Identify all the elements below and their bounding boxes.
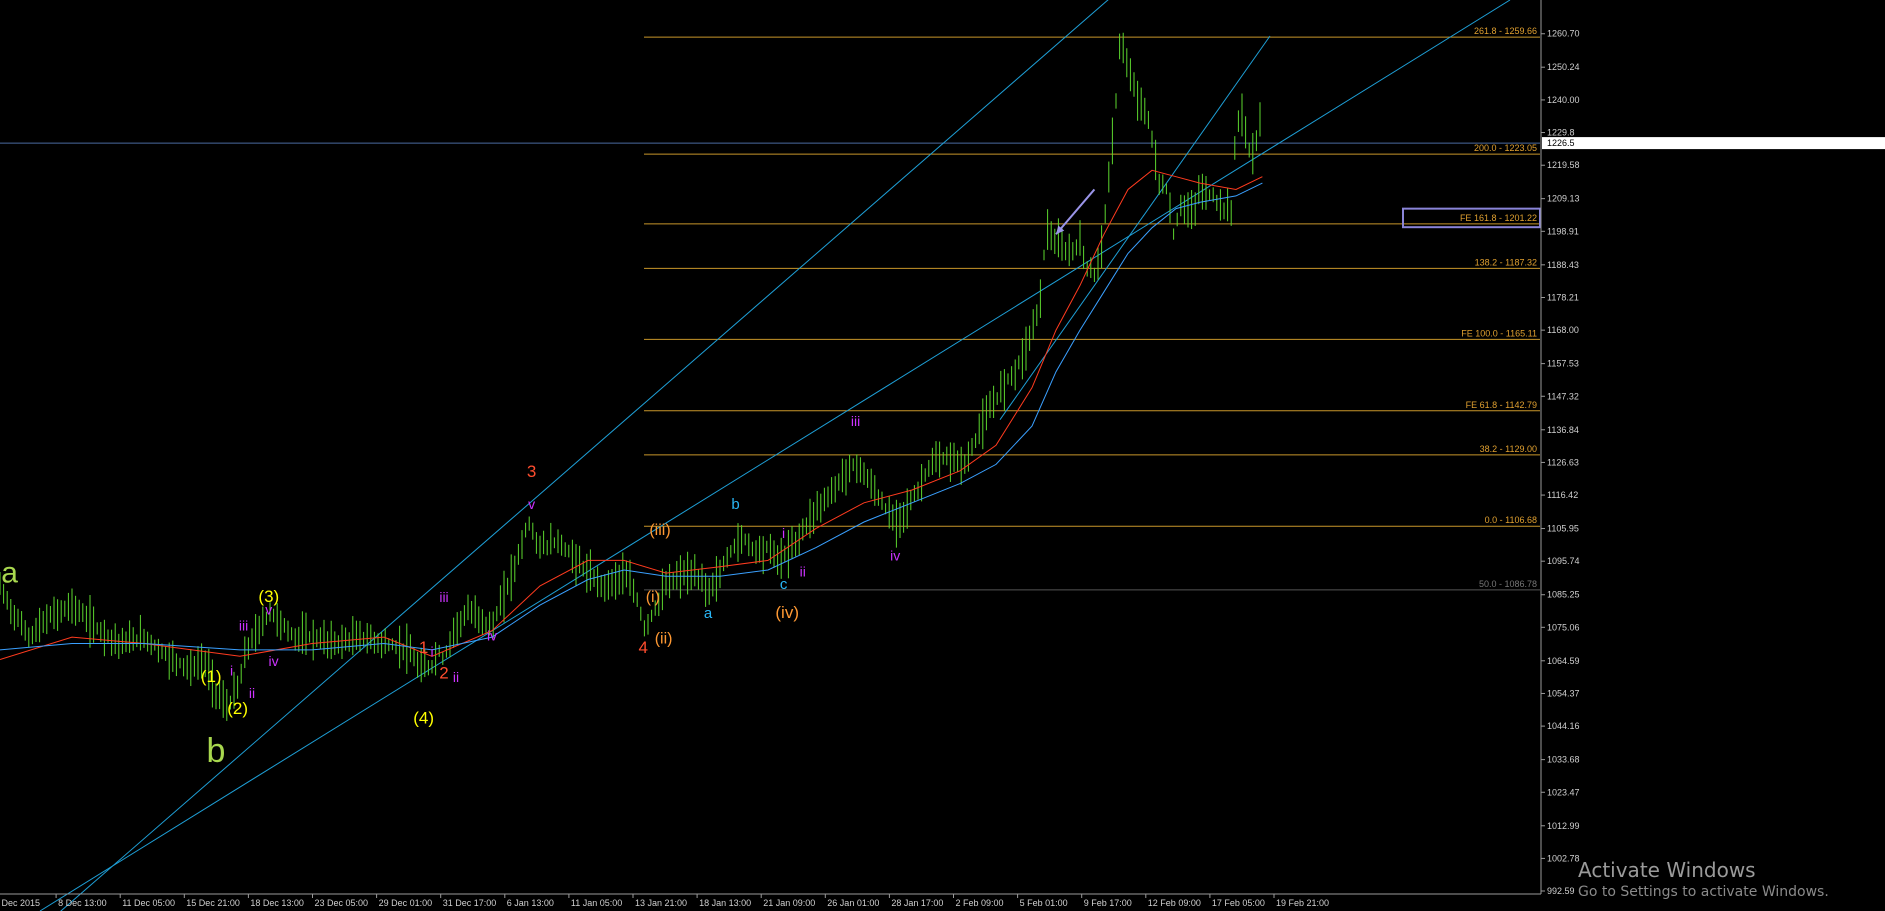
wave-label: 2 bbox=[439, 664, 448, 683]
wave-label: iii bbox=[439, 589, 448, 605]
wave-label: 4 bbox=[638, 638, 647, 657]
time-tick-label: 13 Jan 21:00 bbox=[635, 898, 687, 908]
fib-label: 200.0 - 1223.05 bbox=[1474, 143, 1537, 153]
price-tick-label: 1033.68 bbox=[1547, 755, 1580, 765]
time-tick-label: 8 Dec 13:00 bbox=[58, 898, 107, 908]
wave-label: a bbox=[1, 557, 18, 590]
wave-label: iv bbox=[269, 653, 279, 669]
price-tick-label: 1064.59 bbox=[1547, 656, 1580, 666]
windows-activation-watermark: Activate Windows Go to Settings to activ… bbox=[1578, 858, 1829, 900]
wave-label: 3 bbox=[527, 462, 536, 481]
price-tick-label: 1188.43 bbox=[1547, 260, 1579, 270]
fib-label: 261.8 - 1259.66 bbox=[1474, 26, 1537, 36]
time-tick-label: 31 Dec 17:00 bbox=[443, 898, 497, 908]
watermark-title: Activate Windows bbox=[1578, 858, 1756, 882]
fib-label: 0.0 - 1106.68 bbox=[1485, 515, 1537, 525]
wave-label: i bbox=[782, 525, 785, 541]
price-tick-label: 1116.42 bbox=[1547, 490, 1578, 500]
price-tick-label: 1219.58 bbox=[1547, 160, 1580, 170]
time-tick-label: 15 Dec 21:00 bbox=[186, 898, 240, 908]
wave-label: i bbox=[430, 643, 433, 659]
current-price-label: 1226.5 bbox=[1547, 138, 1575, 148]
time-tick-label: 4 Dec 2015 bbox=[0, 898, 40, 908]
time-tick-label: 18 Jan 13:00 bbox=[699, 898, 751, 908]
chart-background bbox=[0, 0, 1885, 911]
time-tick-label: 21 Jan 09:00 bbox=[763, 898, 815, 908]
fib-label: FE 100.0 - 1165.11 bbox=[1461, 328, 1537, 338]
fib-label: FE 61.8 - 1142.79 bbox=[1466, 400, 1537, 410]
price-tick-label: 1250.24 bbox=[1547, 62, 1580, 72]
price-tick-label: 1095.74 bbox=[1547, 556, 1580, 566]
time-tick-label: 11 Dec 05:00 bbox=[122, 898, 175, 908]
wave-label: (i) bbox=[646, 589, 660, 606]
wave-label: v bbox=[528, 496, 535, 512]
watermark-subtitle: Go to Settings to activate Windows. bbox=[1578, 884, 1829, 900]
time-tick-label: 17 Feb 05:00 bbox=[1212, 898, 1265, 908]
price-tick-label: 1105.95 bbox=[1547, 524, 1579, 534]
wave-label: c bbox=[780, 576, 788, 593]
current-price-badge bbox=[1542, 137, 1885, 150]
price-tick-label: 1240.00 bbox=[1547, 95, 1580, 105]
time-tick-label: 26 Jan 01:00 bbox=[827, 898, 879, 908]
wave-label: iv bbox=[890, 547, 900, 563]
time-tick-label: 11 Jan 05:00 bbox=[571, 898, 622, 908]
price-tick-label: 1085.25 bbox=[1547, 590, 1580, 600]
wave-label: (1) bbox=[201, 667, 222, 686]
time-tick-label: 29 Dec 01:00 bbox=[379, 898, 433, 908]
time-tick-label: 5 Feb 01:00 bbox=[1020, 898, 1068, 908]
wave-label: b bbox=[731, 496, 739, 513]
fib-label: 38.2 - 1129.00 bbox=[1480, 444, 1537, 454]
wave-label: i bbox=[230, 662, 233, 678]
wave-label: (iii) bbox=[649, 522, 670, 539]
time-tick-label: 18 Dec 13:00 bbox=[250, 898, 304, 908]
price-tick-label: 1075.06 bbox=[1547, 622, 1580, 632]
time-tick-label: 9 Feb 17:00 bbox=[1084, 898, 1132, 908]
time-tick-label: 12 Feb 09:00 bbox=[1148, 898, 1201, 908]
wave-label: b bbox=[207, 732, 226, 770]
price-tick-label: 1147.32 bbox=[1547, 391, 1579, 401]
wave-label: (iv) bbox=[775, 603, 799, 622]
time-tick-label: 23 Dec 05:00 bbox=[315, 898, 369, 908]
time-tick-label: 2 Feb 09:00 bbox=[956, 898, 1004, 908]
price-tick-label: 1157.53 bbox=[1547, 359, 1579, 369]
wave-label: ii bbox=[249, 685, 255, 701]
price-tick-label: 1168.00 bbox=[1547, 325, 1579, 335]
price-tick-label: 1012.99 bbox=[1547, 821, 1580, 831]
fib-label: 50.0 - 1086.78 bbox=[1479, 579, 1537, 589]
wave-label: 1 bbox=[419, 638, 428, 657]
price-tick-label: 1023.47 bbox=[1547, 787, 1580, 797]
wave-label: a bbox=[704, 605, 713, 622]
price-tick-label: 1260.70 bbox=[1547, 29, 1580, 39]
wave-label: (ii) bbox=[655, 630, 673, 647]
price-tick-label: 1178.21 bbox=[1547, 293, 1579, 303]
time-tick-label: 6 Jan 13:00 bbox=[507, 898, 554, 908]
wave-label: iv bbox=[487, 627, 497, 643]
wave-label: v bbox=[265, 602, 272, 618]
wave-label: iii bbox=[851, 413, 860, 429]
wave-label: iii bbox=[239, 618, 248, 634]
fib-label: 138.2 - 1187.32 bbox=[1475, 257, 1537, 267]
price-chart[interactable]: 261.8 - 1259.66 200.0 - 1223.05 FE 161.8 -… bbox=[0, 0, 1885, 911]
price-tick-label: 1198.91 bbox=[1547, 226, 1579, 236]
time-tick-label: 19 Feb 21:00 bbox=[1276, 898, 1329, 908]
time-tick-label: 28 Jan 17:00 bbox=[891, 898, 943, 908]
wave-label: ii bbox=[453, 669, 459, 685]
price-tick-label: 1136.84 bbox=[1547, 425, 1579, 435]
wave-label: (4) bbox=[413, 708, 434, 727]
fib-label: FE 161.8 - 1201.22 bbox=[1460, 213, 1537, 223]
price-tick-label: 1002.78 bbox=[1547, 853, 1580, 863]
wave-label: ii bbox=[800, 563, 806, 579]
price-tick-label: 1054.37 bbox=[1547, 688, 1580, 698]
price-tick-label: 992.59 bbox=[1547, 886, 1575, 896]
price-tick-label: 1044.16 bbox=[1547, 721, 1580, 731]
wave-label: (2) bbox=[227, 699, 248, 718]
price-tick-label: 1126.63 bbox=[1547, 457, 1579, 467]
price-tick-label: 1209.13 bbox=[1547, 194, 1580, 204]
price-tick-label: 1229.8 bbox=[1547, 128, 1575, 138]
